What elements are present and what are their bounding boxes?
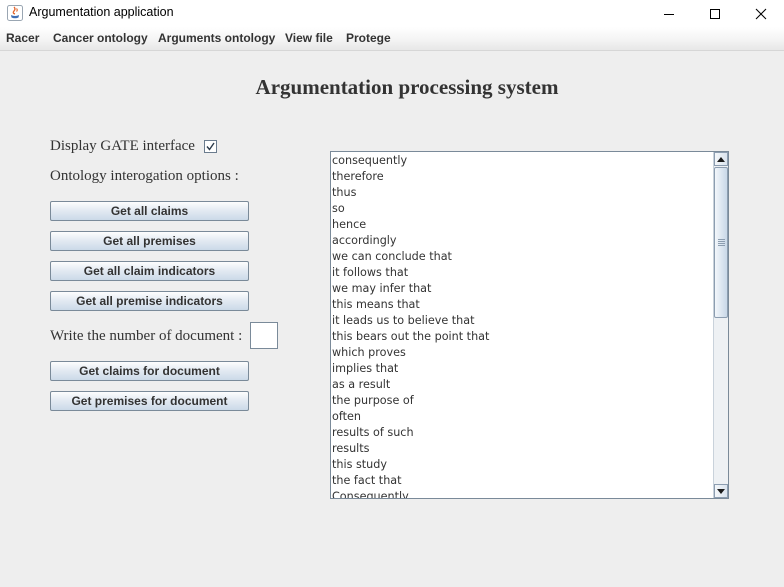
list-item[interactable]: it follows that	[332, 265, 714, 281]
java-app-icon	[7, 5, 23, 21]
menu-arguments-ontology[interactable]: Arguments ontology	[158, 31, 275, 45]
list-item[interactable]: this study	[332, 457, 714, 473]
list-item[interactable]: results	[332, 441, 714, 457]
list-item[interactable]: as a result	[332, 377, 714, 393]
list-item[interactable]: this bears out the point that	[332, 329, 714, 345]
menu-racer[interactable]: Racer	[6, 31, 39, 45]
list-item[interactable]: results of such	[332, 425, 714, 441]
menu-view-file[interactable]: View file	[285, 31, 333, 45]
list-item[interactable]: this means that	[332, 297, 714, 313]
close-button[interactable]	[738, 0, 784, 27]
document-number-label: Write the number of document :	[50, 328, 243, 344]
arrow-up-icon	[717, 156, 725, 162]
list-item[interactable]: the fact that	[332, 473, 714, 489]
menu-protege[interactable]: Protege	[346, 31, 391, 45]
list-item[interactable]: Consequently	[332, 489, 714, 498]
maximize-icon	[710, 8, 720, 19]
scroll-up-button[interactable]	[714, 152, 728, 166]
close-icon	[755, 8, 767, 19]
display-gate-label: Display GATE interface	[50, 138, 195, 154]
maximize-button[interactable]	[692, 0, 738, 27]
get-all-claim-indicators-button[interactable]: Get all claim indicators	[50, 261, 249, 281]
get-all-premise-indicators-button[interactable]: Get all premise indicators	[50, 291, 249, 311]
list-item[interactable]: often	[332, 409, 714, 425]
get-claims-for-document-button[interactable]: Get claims for document	[50, 361, 249, 381]
get-all-premises-button[interactable]: Get all premises	[50, 231, 249, 251]
list-item[interactable]: the purpose of	[332, 393, 714, 409]
arrow-down-icon	[717, 488, 725, 494]
document-number-field[interactable]	[250, 322, 278, 349]
list-item[interactable]: it leads us to believe that	[332, 313, 714, 329]
results-list-panel: consequently therefore thus so hence acc…	[330, 151, 729, 499]
list-item[interactable]: so	[332, 201, 714, 217]
checkmark-icon	[206, 142, 215, 151]
ontology-options-label: Ontology interogation options :	[50, 168, 239, 184]
menu-bar: Racer Cancer ontology Arguments ontology…	[0, 27, 784, 51]
results-list[interactable]: consequently therefore thus so hence acc…	[332, 153, 714, 498]
scroll-thumb[interactable]	[714, 167, 728, 318]
menu-cancer-ontology[interactable]: Cancer ontology	[53, 31, 148, 45]
list-item[interactable]: we can conclude that	[332, 249, 714, 265]
window-title: Argumentation application	[29, 5, 174, 19]
minimize-button[interactable]	[646, 0, 692, 27]
title-bar: Argumentation application	[0, 0, 784, 27]
minimize-icon	[664, 13, 674, 15]
list-item[interactable]: thus	[332, 185, 714, 201]
page-title: Argumentation processing system	[255, 75, 559, 99]
display-gate-checkbox[interactable]	[204, 140, 217, 153]
vertical-scrollbar[interactable]	[713, 152, 728, 498]
list-item[interactable]: accordingly	[332, 233, 714, 249]
list-item[interactable]: consequently	[332, 153, 714, 169]
list-item[interactable]: hence	[332, 217, 714, 233]
scroll-down-button[interactable]	[714, 484, 728, 498]
list-item[interactable]: implies that	[332, 361, 714, 377]
document-number-input[interactable]	[251, 323, 277, 348]
get-all-claims-button[interactable]: Get all claims	[50, 201, 249, 221]
list-item[interactable]: we may infer that	[332, 281, 714, 297]
get-premises-for-document-button[interactable]: Get premises for document	[50, 391, 249, 411]
list-item[interactable]: therefore	[332, 169, 714, 185]
list-item[interactable]: which proves	[332, 345, 714, 361]
